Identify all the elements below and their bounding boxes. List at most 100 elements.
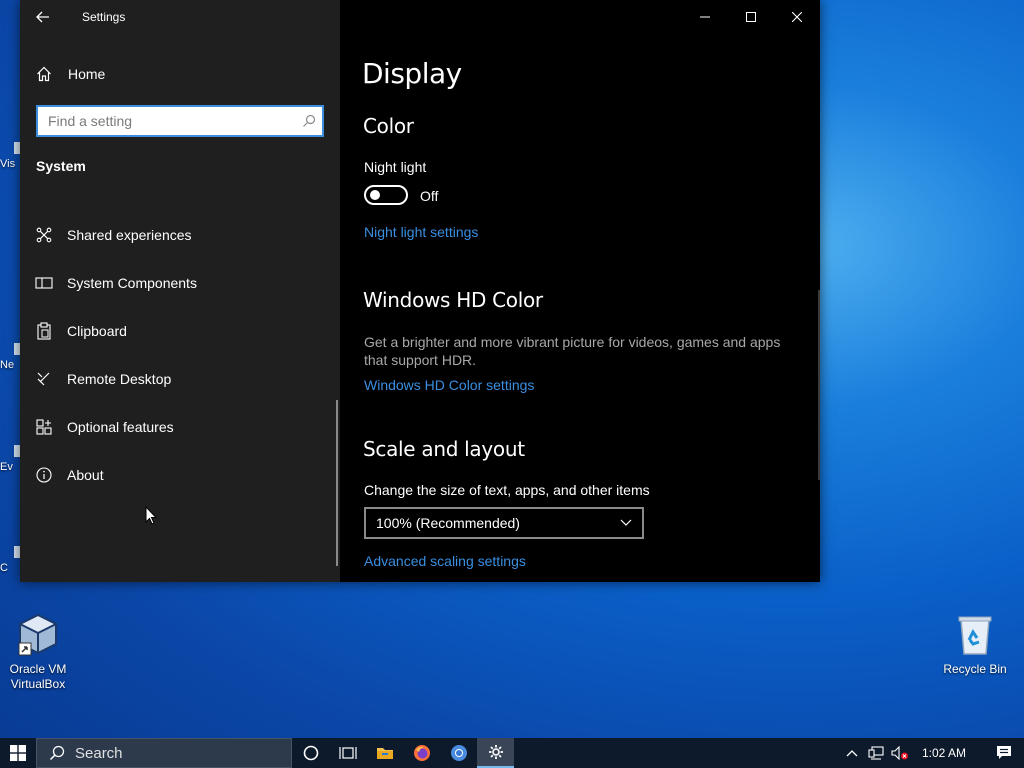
chevron-up-icon: [846, 750, 858, 757]
desktop-icon-label: Ev: [0, 461, 13, 473]
cortana-button[interactable]: [292, 738, 329, 768]
chromium-icon: [450, 745, 467, 761]
task-view-icon: [338, 747, 357, 759]
hd-color-heading: Windows HD Color: [363, 288, 543, 312]
desktop-icon-recycle-bin[interactable]: Recycle Bin: [937, 612, 1013, 677]
page-title: Display: [362, 57, 462, 90]
volume-button[interactable]: [888, 738, 912, 768]
desktop-icon-label: Oracle VM: [9, 662, 67, 676]
action-center-button[interactable]: [984, 738, 1024, 768]
clipboard-icon: [20, 322, 67, 340]
hd-color-settings-link[interactable]: Windows HD Color settings: [364, 377, 534, 393]
sidebar-item-system-components[interactable]: System Components: [20, 259, 340, 307]
window-controls: [682, 0, 820, 34]
hd-color-description: Get a brighter and more vibrant picture …: [364, 334, 781, 368]
gear-icon: [488, 745, 503, 759]
toggle-state-label: Off: [420, 188, 439, 204]
system-tray: 1:02 AM: [840, 738, 1024, 768]
mouse-cursor-icon: [145, 506, 157, 525]
file-explorer-button[interactable]: [366, 738, 403, 768]
sidebar-item-home[interactable]: Home: [20, 56, 340, 92]
sidebar-item-remote-desktop[interactable]: Remote Desktop: [20, 355, 340, 403]
toggle-knob: [370, 190, 380, 200]
virtualbox-icon: [16, 612, 60, 656]
scale-dropdown[interactable]: 100% (Recommended): [364, 507, 644, 539]
shared-experiences-icon: [20, 227, 67, 243]
desktop-icon-virtualbox[interactable]: Oracle VM VirtualBox: [0, 612, 76, 692]
night-light-label: Night light: [364, 159, 427, 175]
scale-layout-heading: Scale and layout: [363, 437, 525, 461]
settings-window: Settings Home System Shared experiences: [20, 0, 820, 582]
back-button[interactable]: [28, 4, 58, 30]
night-light-settings-link[interactable]: Night light settings: [364, 224, 478, 240]
network-button[interactable]: [864, 738, 888, 768]
desktop-icon-label: C: [0, 562, 8, 574]
desktop-icon-label: Vis: [0, 158, 16, 170]
search-input[interactable]: [38, 107, 288, 135]
back-arrow-icon: [36, 11, 49, 23]
optional-features-icon: [20, 419, 67, 435]
dropdown-value: 100% (Recommended): [376, 515, 520, 531]
settings-taskbar-button[interactable]: [477, 738, 514, 768]
home-icon: [20, 66, 68, 82]
desktop-icon-label: Ne: [0, 359, 15, 371]
home-label: Home: [68, 66, 106, 82]
firefox-icon: [413, 745, 430, 761]
search-box[interactable]: [36, 105, 324, 137]
volume-muted-icon: [891, 746, 908, 760]
taskbar: Search 1:02 AM: [0, 738, 1024, 768]
color-heading: Color: [363, 114, 414, 138]
sidebar-item-shared-experiences[interactable]: Shared experiences: [20, 211, 340, 259]
notification-icon: [997, 746, 1011, 759]
search-icon: [49, 745, 65, 761]
desktop-icon-label: VirtualBox: [10, 677, 66, 691]
network-icon: [868, 746, 884, 760]
main-content: Display Color Night light Off Night ligh…: [340, 0, 820, 582]
desktop-icon-partial[interactable]: Vis: [0, 142, 20, 170]
desktop-icon-partial[interactable]: Ne: [0, 343, 20, 371]
minimize-icon: [700, 16, 710, 18]
window-title: Settings: [82, 10, 126, 24]
windows-logo-icon: [10, 745, 26, 761]
clock[interactable]: 1:02 AM: [922, 746, 966, 760]
search-icon[interactable]: [302, 114, 316, 133]
minimize-button[interactable]: [682, 0, 728, 34]
sidebar: Settings Home System Shared experiences: [20, 0, 340, 582]
desktop-icon-partial[interactable]: C: [0, 546, 20, 574]
chromium-button[interactable]: [440, 738, 477, 768]
title-bar[interactable]: Settings: [20, 0, 340, 34]
sidebar-item-label: Remote Desktop: [67, 371, 172, 387]
chevron-down-icon: [620, 519, 632, 526]
firefox-button[interactable]: [403, 738, 440, 768]
system-components-icon: [20, 276, 67, 290]
sidebar-item-label: Clipboard: [67, 323, 127, 339]
desktop-icon-label: Recycle Bin: [943, 662, 1007, 676]
recycle-bin-icon: [953, 612, 997, 656]
advanced-scaling-link[interactable]: Advanced scaling settings: [364, 553, 526, 569]
remote-desktop-icon: [20, 371, 67, 387]
night-light-toggle[interactable]: [364, 185, 408, 205]
main-scrollbar[interactable]: [818, 290, 820, 480]
desktop-icon-partial[interactable]: Ev: [0, 445, 20, 473]
show-hidden-icons-button[interactable]: [840, 738, 864, 768]
start-button[interactable]: [0, 738, 36, 768]
sidebar-scrollbar[interactable]: [336, 400, 338, 566]
sidebar-item-label: System Components: [67, 275, 197, 291]
close-button[interactable]: [774, 0, 820, 34]
sidebar-item-label: Shared experiences: [67, 227, 192, 243]
info-icon: [20, 467, 67, 483]
maximize-button[interactable]: [728, 0, 774, 34]
section-heading: System: [36, 158, 86, 174]
sidebar-item-optional-features[interactable]: Optional features: [20, 403, 340, 451]
scale-label: Change the size of text, apps, and other…: [364, 482, 650, 498]
cortana-icon: [303, 745, 318, 761]
task-view-button[interactable]: [329, 738, 366, 768]
sidebar-item-label: Optional features: [67, 419, 174, 435]
sidebar-nav: Shared experiences System Components Cli…: [20, 211, 340, 499]
maximize-icon: [746, 12, 756, 22]
folder-icon: [376, 748, 393, 759]
taskbar-search[interactable]: Search: [36, 738, 292, 768]
close-icon: [792, 12, 802, 22]
sidebar-item-about[interactable]: About: [20, 451, 340, 499]
sidebar-item-clipboard[interactable]: Clipboard: [20, 307, 340, 355]
